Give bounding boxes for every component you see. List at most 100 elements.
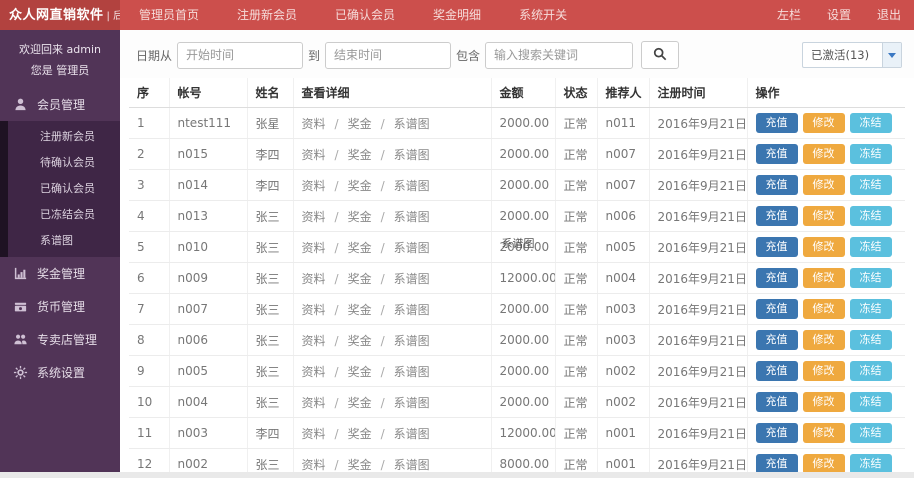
freeze-button[interactable]: 冻结 [850, 330, 892, 350]
detail-link-profile[interactable]: 资料 [302, 179, 326, 193]
detail-link-profile[interactable]: 资料 [302, 365, 326, 379]
sidebar-subitem-pending-members[interactable]: 待确认会员 [8, 150, 120, 176]
detail-link-genealogy[interactable]: 系谱图 [394, 210, 430, 224]
modify-button[interactable]: 修改 [803, 423, 845, 443]
modify-button[interactable]: 修改 [803, 268, 845, 288]
sidebar-subitem-confirmed-members[interactable]: 已确认会员 [8, 176, 120, 202]
modify-button[interactable]: 修改 [803, 299, 845, 319]
detail-link-genealogy[interactable]: 系谱图 [394, 458, 430, 472]
modify-button[interactable]: 修改 [803, 392, 845, 412]
detail-link-bonus[interactable]: 奖金 [348, 148, 372, 162]
detail-link-genealogy[interactable]: 系谱图 [394, 365, 430, 379]
detail-separator: / [381, 179, 385, 193]
detail-link-genealogy[interactable]: 系谱图 [394, 396, 430, 410]
recharge-button[interactable]: 充值 [756, 206, 798, 226]
detail-link-genealogy[interactable]: 系谱图 [394, 427, 430, 441]
freeze-button[interactable]: 冻结 [850, 206, 892, 226]
detail-link-genealogy[interactable]: 系谱图 [394, 179, 430, 193]
modify-button[interactable]: 修改 [803, 330, 845, 350]
detail-link-bonus[interactable]: 奖金 [348, 396, 372, 410]
freeze-button[interactable]: 冻结 [850, 454, 892, 472]
recharge-button[interactable]: 充值 [756, 330, 798, 350]
detail-link-genealogy[interactable]: 系谱图 [394, 241, 430, 255]
detail-link-profile[interactable]: 资料 [302, 272, 326, 286]
modify-button[interactable]: 修改 [803, 454, 845, 472]
modify-button[interactable]: 修改 [803, 361, 845, 381]
col-referrer: 推荐人 [597, 78, 649, 108]
detail-link-profile[interactable]: 资料 [302, 427, 326, 441]
topbar-left-column-link[interactable]: 左栏 [764, 0, 814, 30]
topnav-item-register-member[interactable]: 注册新会员 [218, 0, 316, 30]
freeze-button[interactable]: 冻结 [850, 237, 892, 257]
freeze-button[interactable]: 冻结 [850, 392, 892, 412]
freeze-button[interactable]: 冻结 [850, 175, 892, 195]
detail-link-genealogy[interactable]: 系谱图 [394, 148, 430, 162]
detail-link-bonus[interactable]: 奖金 [348, 117, 372, 131]
modify-button[interactable]: 修改 [803, 144, 845, 164]
recharge-button[interactable]: 充值 [756, 113, 798, 133]
recharge-button[interactable]: 充值 [756, 423, 798, 443]
row-regdate: 2016年9月21日 [649, 449, 747, 473]
detail-link-profile[interactable]: 资料 [302, 334, 326, 348]
sidebar-subitem-frozen-members[interactable]: 已冻结会员 [8, 202, 120, 228]
topbar-settings-link[interactable]: 设置 [814, 0, 864, 30]
detail-link-bonus[interactable]: 奖金 [348, 241, 372, 255]
detail-link-profile[interactable]: 资料 [302, 117, 326, 131]
detail-link-bonus[interactable]: 奖金 [348, 272, 372, 286]
detail-link-profile[interactable]: 资料 [302, 148, 326, 162]
sidebar-item-bonus-management[interactable]: 奖金管理 [0, 257, 120, 290]
recharge-button[interactable]: 充值 [756, 237, 798, 257]
freeze-button[interactable]: 冻结 [850, 361, 892, 381]
recharge-button[interactable]: 充值 [756, 175, 798, 195]
detail-link-genealogy[interactable]: 系谱图 [394, 272, 430, 286]
topbar-logout-link[interactable]: 退出 [864, 0, 914, 30]
sidebar-subitem-genealogy[interactable]: 系谱图 [8, 228, 120, 254]
detail-link-profile[interactable]: 资料 [302, 241, 326, 255]
row-referrer: n001 [597, 449, 649, 473]
freeze-button[interactable]: 冻结 [850, 423, 892, 443]
detail-link-bonus[interactable]: 奖金 [348, 427, 372, 441]
modify-button[interactable]: 修改 [803, 237, 845, 257]
modify-button[interactable]: 修改 [803, 113, 845, 133]
freeze-button[interactable]: 冻结 [850, 113, 892, 133]
detail-link-genealogy[interactable]: 系谱图 [394, 303, 430, 317]
topnav-item-bonus-details[interactable]: 奖金明细 [414, 0, 500, 30]
detail-link-profile[interactable]: 资料 [302, 210, 326, 224]
topnav-item-admin-home[interactable]: 管理员首页 [120, 0, 218, 30]
sidebar-item-member-management[interactable]: 会员管理 [0, 88, 120, 121]
row-account: n014 [169, 170, 247, 201]
recharge-button[interactable]: 充值 [756, 392, 798, 412]
date-from-input[interactable] [177, 42, 303, 69]
detail-link-profile[interactable]: 资料 [302, 396, 326, 410]
detail-link-bonus[interactable]: 奖金 [348, 303, 372, 317]
sidebar-item-store-management[interactable]: 专卖店管理 [0, 323, 120, 356]
recharge-button[interactable]: 充值 [756, 268, 798, 288]
keyword-input[interactable] [485, 42, 633, 69]
modify-button[interactable]: 修改 [803, 206, 845, 226]
sidebar-item-currency-management[interactable]: 货币管理 [0, 290, 120, 323]
detail-link-profile[interactable]: 资料 [302, 458, 326, 472]
detail-link-genealogy[interactable]: 系谱图 [394, 334, 430, 348]
recharge-button[interactable]: 充值 [756, 361, 798, 381]
detail-link-bonus[interactable]: 奖金 [348, 458, 372, 472]
sidebar-item-system-settings[interactable]: 系统设置 [0, 356, 120, 389]
topnav-item-confirmed-members[interactable]: 已确认会员 [316, 0, 414, 30]
topnav-item-system-switch[interactable]: 系统开关 [500, 0, 586, 30]
detail-link-bonus[interactable]: 奖金 [348, 334, 372, 348]
recharge-button[interactable]: 充值 [756, 144, 798, 164]
detail-link-bonus[interactable]: 奖金 [348, 210, 372, 224]
recharge-button[interactable]: 充值 [756, 454, 798, 472]
sidebar-subitem-register-new-member[interactable]: 注册新会员 [8, 124, 120, 150]
freeze-button[interactable]: 冻结 [850, 144, 892, 164]
detail-link-genealogy[interactable]: 系谱图 [394, 117, 430, 131]
detail-link-profile[interactable]: 资料 [302, 303, 326, 317]
status-filter-select[interactable]: 已激活(13) [802, 42, 902, 68]
date-to-input[interactable] [325, 42, 451, 69]
modify-button[interactable]: 修改 [803, 175, 845, 195]
freeze-button[interactable]: 冻结 [850, 299, 892, 319]
detail-link-bonus[interactable]: 奖金 [348, 179, 372, 193]
recharge-button[interactable]: 充值 [756, 299, 798, 319]
freeze-button[interactable]: 冻结 [850, 268, 892, 288]
detail-link-bonus[interactable]: 奖金 [348, 365, 372, 379]
search-button[interactable] [641, 41, 679, 69]
